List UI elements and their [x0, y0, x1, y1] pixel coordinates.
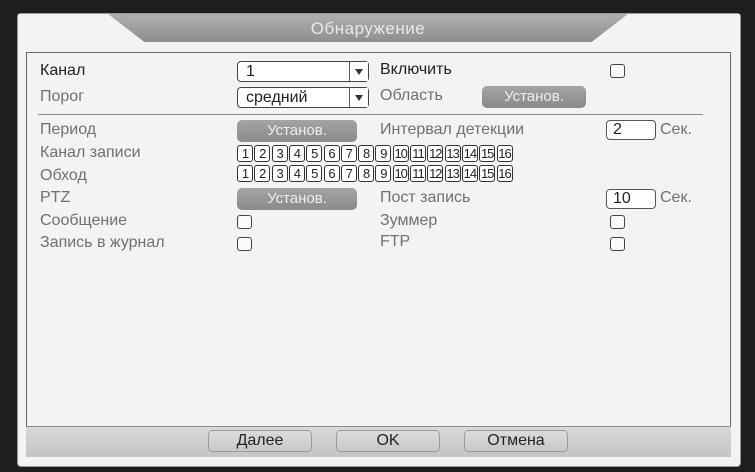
area-label: Область — [380, 87, 443, 104]
cancel-button[interactable]: Отмена — [464, 430, 568, 452]
divider — [38, 114, 703, 115]
threshold-value: средний — [246, 89, 308, 106]
chevron-down-icon[interactable] — [349, 62, 368, 81]
detect-interval-label: Интервал детекции — [380, 121, 525, 138]
record-channel-box-3[interactable]: 3 — [271, 145, 288, 162]
title-bar: Обнаружение — [18, 14, 740, 44]
channel-label: Канал — [40, 62, 86, 79]
record-channel-box-15[interactable]: 15 — [479, 145, 496, 162]
record-channel-box-2[interactable]: 2 — [254, 145, 271, 162]
record-channel-box-7[interactable]: 7 — [340, 145, 357, 162]
post-record-input[interactable]: 10 — [606, 189, 656, 209]
tour-channel-box-13[interactable]: 13 — [444, 165, 461, 182]
record-channel-box-4[interactable]: 4 — [288, 145, 305, 162]
log-label: Запись в журнал — [40, 234, 165, 251]
detect-interval-input[interactable]: 2 — [606, 120, 656, 140]
tour-channel-box-15[interactable]: 15 — [479, 165, 496, 182]
record-channel-box-12[interactable]: 12 — [427, 145, 444, 162]
record-channel-box-8[interactable]: 8 — [358, 145, 375, 162]
ptz-label: PTZ — [40, 189, 71, 206]
ok-button[interactable]: OK — [336, 430, 440, 452]
record-channel-box-11[interactable]: 11 — [410, 145, 426, 162]
message-checkbox[interactable] — [237, 215, 252, 229]
tour-label: Обход — [40, 167, 87, 184]
threshold-label: Порог — [40, 88, 85, 105]
record-channel-box-16[interactable]: 16 — [496, 145, 513, 162]
tour-channel-box-14[interactable]: 14 — [461, 165, 478, 182]
tour-channel-box-12[interactable]: 12 — [427, 165, 444, 182]
record-channel-box-9[interactable]: 9 — [375, 145, 392, 162]
ftp-label: FTP — [380, 233, 411, 250]
record-channel-box-10[interactable]: 10 — [392, 145, 409, 162]
tour-channel-box-7[interactable]: 7 — [340, 165, 357, 182]
period-setup-button[interactable]: Установ. — [237, 120, 357, 142]
enable-label: Включить — [380, 61, 452, 78]
log-checkbox[interactable] — [237, 237, 252, 251]
record-channel-box-5[interactable]: 5 — [306, 145, 323, 162]
enable-checkbox[interactable] — [610, 64, 625, 78]
record-channel-box-6[interactable]: 6 — [323, 145, 340, 162]
tour-channel-box-2[interactable]: 2 — [254, 165, 271, 182]
tour-channel-box-1[interactable]: 1 — [237, 165, 253, 182]
channel-value: 1 — [246, 63, 255, 80]
tour-channel-box-16[interactable]: 16 — [496, 165, 513, 182]
record-channel-box-13[interactable]: 13 — [444, 145, 461, 162]
tour-channel-box-8[interactable]: 8 — [358, 165, 375, 182]
tour-channel-box-11[interactable]: 11 — [410, 165, 426, 182]
message-label: Сообщение — [40, 212, 128, 229]
tour-channel-box-6[interactable]: 6 — [323, 165, 340, 182]
post-record-unit: Сек. — [660, 189, 692, 206]
record-channel-box-1[interactable]: 1 — [237, 145, 253, 162]
threshold-select[interactable]: средний — [237, 87, 369, 108]
detection-dialog: Обнаружение Канал 1 Включить Порог средн… — [18, 14, 740, 466]
next-button[interactable]: Далее — [208, 430, 312, 452]
tour-channel-box-3[interactable]: 3 — [271, 165, 288, 182]
buzzer-label: Зуммер — [380, 212, 438, 229]
detect-interval-unit: Сек. — [660, 121, 692, 138]
channel-select[interactable]: 1 — [237, 61, 369, 82]
dialog-title: Обнаружение — [310, 19, 426, 38]
tour-channel-box-5[interactable]: 5 — [306, 165, 323, 182]
buzzer-checkbox[interactable] — [610, 215, 625, 229]
ftp-checkbox[interactable] — [610, 237, 625, 251]
tour-channel-box-4[interactable]: 4 — [288, 165, 305, 182]
record-channel-label: Канал записи — [40, 144, 141, 161]
tour-channel-box-10[interactable]: 10 — [392, 165, 409, 182]
settings-frame — [26, 52, 731, 456]
record-channel-box-14[interactable]: 14 — [461, 145, 478, 162]
post-record-label: Пост запись — [380, 189, 471, 206]
chevron-down-icon[interactable] — [349, 88, 368, 107]
ptz-setup-button[interactable]: Установ. — [237, 188, 357, 210]
tour-channel-box-9[interactable]: 9 — [375, 165, 392, 182]
period-label: Период — [40, 121, 97, 138]
area-setup-button[interactable]: Установ. — [482, 86, 586, 108]
